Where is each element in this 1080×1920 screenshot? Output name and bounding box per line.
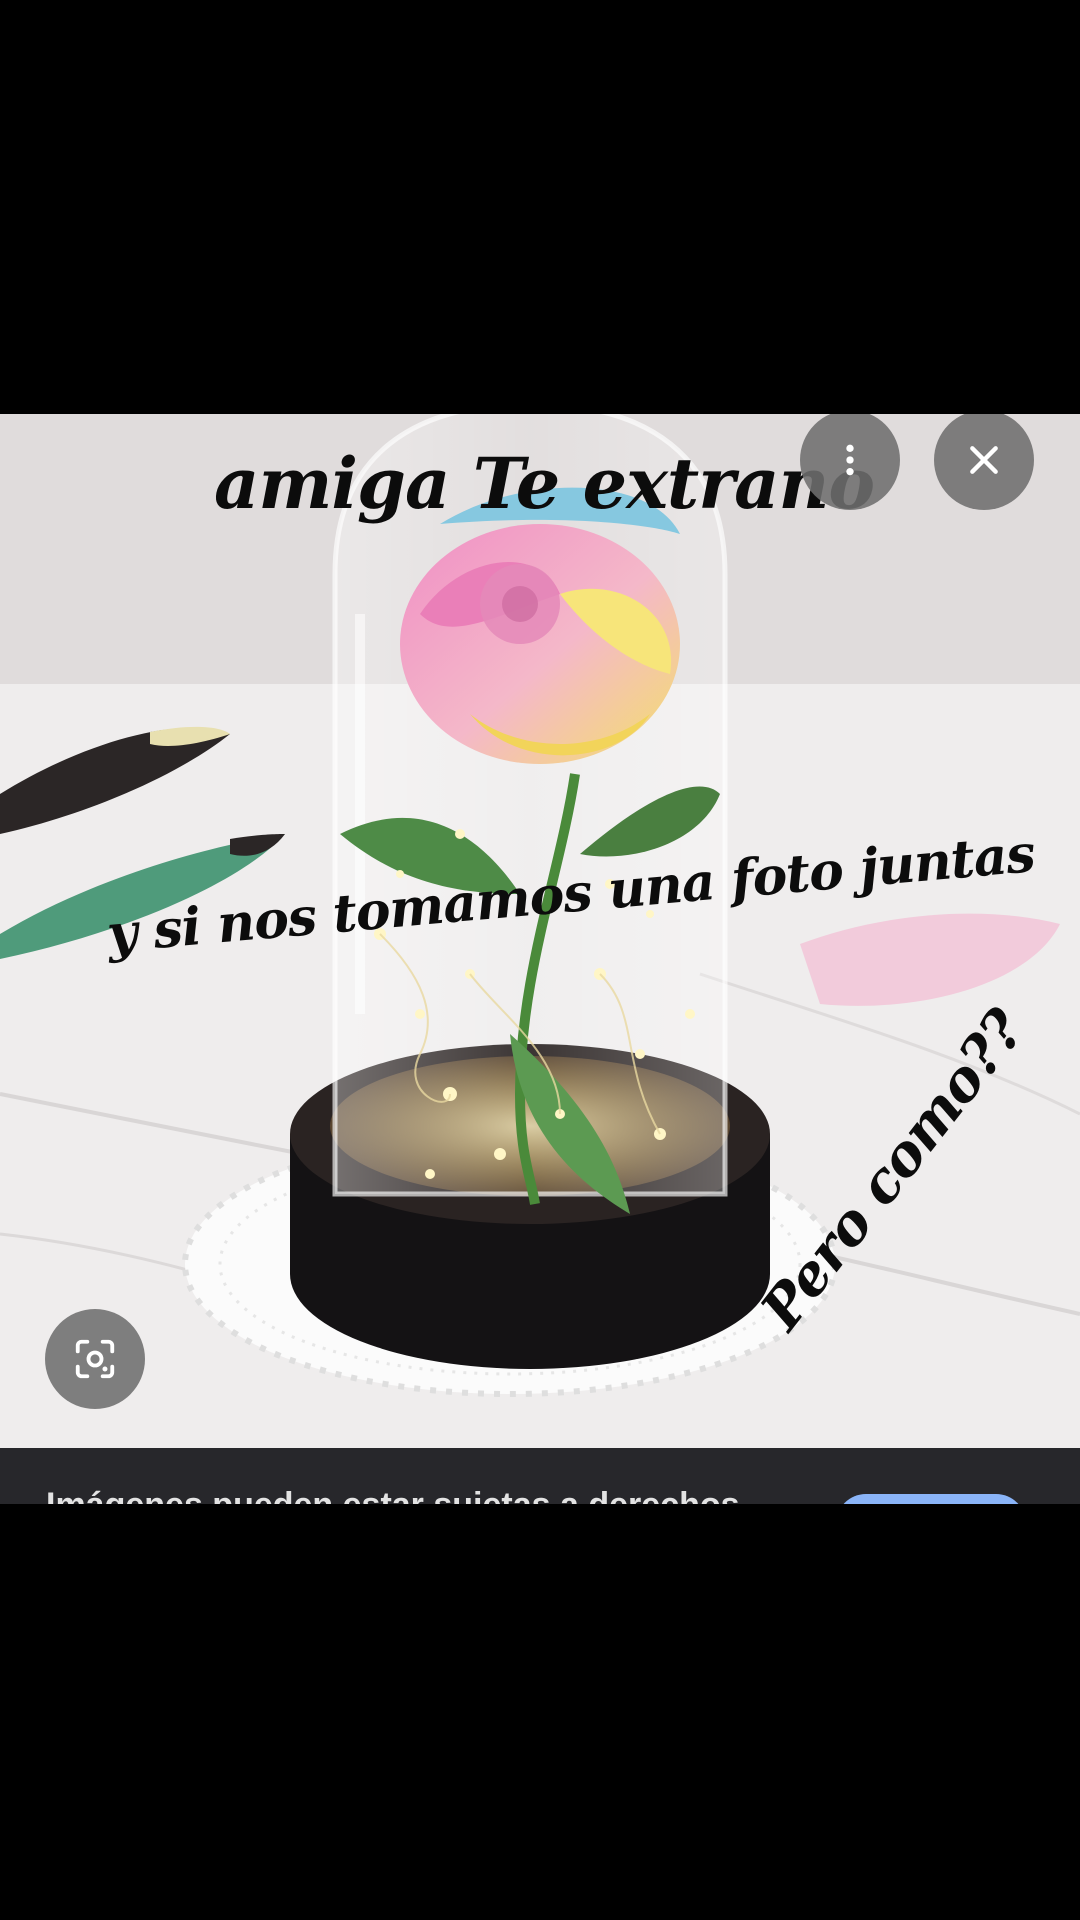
result-info-bar: Imágenes pueden estar sujetas a derechos bbox=[0, 1448, 1080, 1504]
more-options-button[interactable] bbox=[800, 414, 900, 510]
lens-search-button[interactable] bbox=[45, 1309, 145, 1409]
close-icon bbox=[970, 446, 998, 474]
caption-top: amiga Te extrano bbox=[214, 442, 875, 525]
lens-search-icon bbox=[75, 1339, 115, 1379]
close-button[interactable] bbox=[934, 414, 1034, 510]
result-info-text: Imágenes pueden estar sujetas a derechos bbox=[46, 1486, 740, 1504]
visit-button[interactable] bbox=[836, 1494, 1026, 1504]
image-preview: amiga Te extrano y si nos tomamos una fo… bbox=[0, 414, 1080, 1448]
more-vert-icon bbox=[846, 444, 854, 476]
